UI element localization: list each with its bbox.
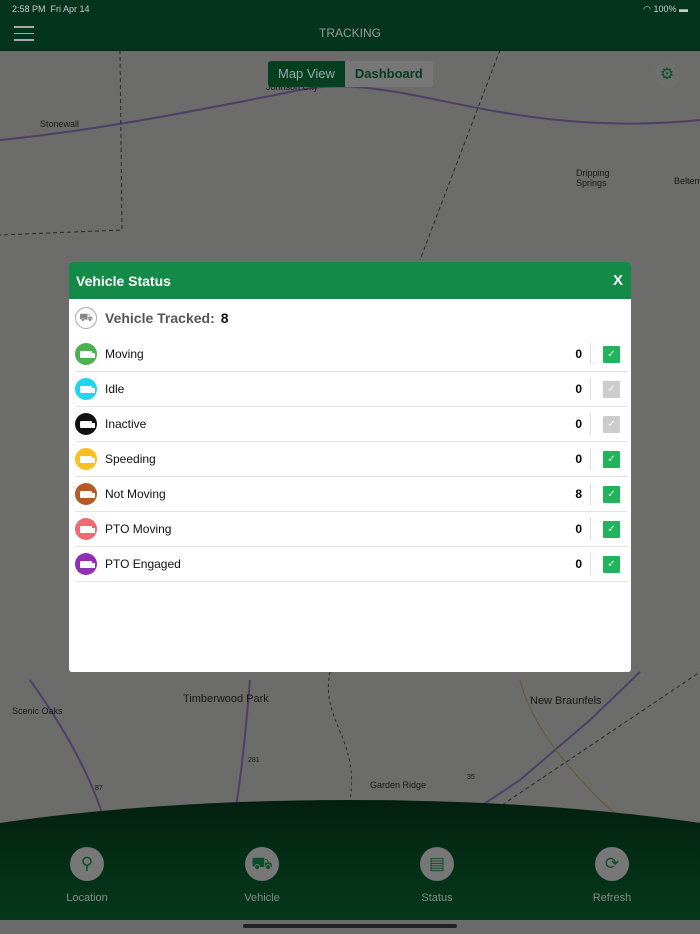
location-pin-gear-icon: ⚲ — [70, 847, 104, 881]
battery-level: 100% — [653, 4, 677, 14]
status-count: 8 — [571, 483, 591, 505]
status-count: 0 — [571, 553, 591, 575]
truck-icon: ⛟ — [245, 847, 279, 881]
status-checkbox[interactable]: ✓ — [603, 520, 620, 538]
status-count: 0 — [571, 378, 591, 400]
status-row: Not Moving 8 ✓ — [75, 477, 627, 512]
status-label: Moving — [105, 347, 144, 361]
status-row: Idle 0 ✓ — [75, 372, 627, 407]
vehicle-tracked-count: 8 — [220, 310, 229, 326]
refresh-icon: ⟳ — [595, 847, 629, 881]
nav-label: Refresh — [592, 892, 632, 904]
status-row: Speeding 0 ✓ — [75, 442, 627, 477]
nav-refresh[interactable]: ⟳ Refresh — [572, 847, 652, 904]
status-count: 0 — [571, 518, 591, 540]
status-checkbox[interactable]: ✓ — [603, 485, 620, 503]
dialog-header: Vehicle Status X — [69, 262, 631, 299]
nav-location[interactable]: ⚲ Location — [47, 847, 127, 904]
close-button[interactable]: X — [613, 272, 623, 289]
status-row: Inactive 0 ✓ — [75, 407, 627, 442]
status-row: Moving 0 ✓ — [75, 337, 627, 372]
page-title: TRACKING — [318, 26, 381, 40]
status-label: Inactive — [105, 417, 147, 431]
truck-icon — [75, 448, 97, 470]
nav-label: Vehicle — [244, 892, 280, 904]
vehicle-tracked-label: Vehicle Tracked: — [105, 310, 215, 326]
status-checkbox[interactable]: ✓ — [603, 555, 620, 573]
vehicle-status-dialog: Vehicle Status X ⛟ Vehicle Tracked: 8 Mo… — [69, 262, 631, 672]
status-bar: 2:58 PM Fri Apr 14 ◠ 100% ▬ — [0, 0, 700, 16]
nav-label: Location — [66, 892, 108, 904]
status-label: Speeding — [105, 452, 156, 466]
tab-dashboard[interactable]: Dashboard — [344, 61, 433, 87]
time: 2:58 PM — [12, 4, 46, 14]
truck-icon — [75, 343, 97, 365]
status-count: 0 — [571, 448, 591, 470]
status-clipboard-icon: ▤ — [420, 847, 454, 881]
truck-icon — [75, 413, 97, 435]
vehicle-tracked-icon: ⛟ — [75, 307, 97, 329]
view-toggle: Map View Dashboard — [268, 61, 433, 87]
status-checkbox[interactable]: ✓ — [603, 415, 620, 433]
dialog-title: Vehicle Status — [76, 272, 171, 289]
home-indicator[interactable] — [243, 924, 457, 928]
status-label: Not Moving — [105, 487, 166, 501]
status-row: PTO Moving 0 ✓ — [75, 512, 627, 547]
wifi-icon: ◠ — [643, 4, 651, 14]
status-row: PTO Engaged 0 ✓ — [75, 547, 627, 582]
status-checkbox[interactable]: ✓ — [603, 345, 620, 363]
top-bar: TRACKING — [0, 16, 700, 51]
truck-icon — [75, 378, 97, 400]
nav-vehicle[interactable]: ⛟ Vehicle — [222, 847, 302, 904]
tab-map-view[interactable]: Map View — [268, 61, 345, 87]
status-count: 0 — [571, 413, 591, 435]
vehicle-tracked: ⛟ Vehicle Tracked: 8 — [69, 299, 631, 337]
truck-icon — [75, 483, 97, 505]
status-checkbox[interactable]: ✓ — [603, 380, 620, 398]
status-label: PTO Moving — [105, 522, 172, 536]
nav-label: Status — [421, 892, 453, 904]
battery-icon: ▬ — [679, 4, 688, 14]
settings-gear-icon[interactable]: ⚙ — [654, 62, 680, 88]
truck-icon — [75, 518, 97, 540]
truck-icon — [75, 553, 97, 575]
status-label: Idle — [105, 382, 125, 396]
nav-status[interactable]: ▤ Status — [397, 847, 477, 904]
status-checkbox[interactable]: ✓ — [603, 450, 620, 468]
status-count: 0 — [571, 343, 591, 365]
date: Fri Apr 14 — [50, 4, 90, 14]
status-label: PTO Engaged — [105, 557, 181, 571]
